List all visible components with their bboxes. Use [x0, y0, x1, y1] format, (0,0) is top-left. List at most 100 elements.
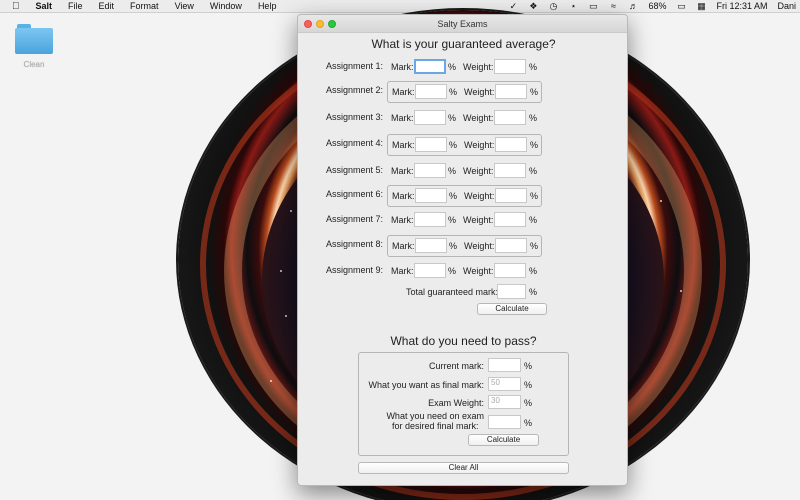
- needed-on-exam-label: What you need on exam for desired final …: [386, 411, 484, 431]
- calculate-pass-button[interactable]: Calculate: [468, 434, 539, 446]
- assignment-label: Assignment 6:: [325, 189, 383, 199]
- percent-label: %: [529, 287, 538, 297]
- assignment-5-weight-input[interactable]: [494, 163, 526, 178]
- mark-label: Mark:: [391, 62, 414, 72]
- volume-icon[interactable]: ♬: [628, 1, 638, 11]
- assignment-2-weight-input[interactable]: [495, 84, 527, 99]
- current-mark-input[interactable]: [488, 358, 521, 372]
- percent-label: %: [524, 380, 533, 390]
- apple-menu-icon[interactable]: : [12, 1, 20, 12]
- clear-all-button[interactable]: Clear All: [358, 462, 569, 474]
- needed-on-exam-label-line1: What you need on exam: [386, 411, 484, 421]
- weight-label: Weight:: [463, 62, 494, 72]
- menu-window[interactable]: Window: [210, 1, 242, 11]
- calculate-average-button[interactable]: Calculate: [477, 303, 547, 315]
- app-menu[interactable]: Salt: [36, 1, 53, 11]
- percent-label: %: [448, 266, 457, 276]
- percent-label: %: [448, 62, 457, 72]
- clock[interactable]: Fri 12:31 AM: [716, 1, 767, 11]
- dropbox-icon[interactable]: ❖: [528, 1, 538, 11]
- weight-label: Weight:: [464, 87, 495, 97]
- close-window-button[interactable]: [304, 20, 312, 28]
- assignment-8-mark-input[interactable]: [415, 238, 447, 253]
- salty-exams-window: Salty Exams What is your guaranteed aver…: [297, 14, 628, 486]
- keyboard-input-icon[interactable]: ▦: [696, 1, 706, 11]
- zoom-window-button[interactable]: [328, 20, 336, 28]
- assignment-6-weight-input[interactable]: [495, 188, 527, 203]
- assignment-label: Assignmnet 2:: [325, 85, 383, 95]
- pass-calculator-panel: Current mark: % What you want as final m…: [358, 352, 569, 456]
- menu-format[interactable]: Format: [130, 1, 159, 11]
- needed-on-exam-field[interactable]: [488, 415, 521, 429]
- assignment-row-4: Assignment 4: Mark: % Weight: %: [298, 134, 629, 156]
- total-guaranteed-mark-field[interactable]: [497, 284, 526, 299]
- percent-label: %: [524, 418, 533, 428]
- title-bar[interactable]: Salty Exams: [298, 15, 627, 33]
- assignment-label: Assignment 4:: [325, 138, 383, 148]
- mark-label: Mark:: [391, 113, 414, 123]
- final-mark-input[interactable]: 50: [488, 377, 521, 391]
- assignment-3-mark-input[interactable]: [414, 110, 446, 125]
- menu-edit[interactable]: Edit: [99, 1, 115, 11]
- assignment-row-2: Assignmnet 2: Mark: % Weight: %: [298, 81, 629, 103]
- mark-label: Mark:: [392, 191, 415, 201]
- percent-label: %: [529, 215, 538, 225]
- current-mark-label: Current mark:: [428, 361, 484, 371]
- percent-label: %: [529, 166, 538, 176]
- need-to-pass-heading: What do you need to pass?: [390, 334, 537, 348]
- assignment-7-mark-input[interactable]: [414, 212, 446, 227]
- assignment-4-mark-input[interactable]: [415, 137, 447, 152]
- assignment-2-mark-input[interactable]: [415, 84, 447, 99]
- weight-label: Weight:: [464, 191, 495, 201]
- mark-label: Mark:: [392, 241, 415, 251]
- percent-label: %: [449, 140, 458, 150]
- assignment-label: Assignment 1:: [325, 61, 383, 71]
- exam-weight-input[interactable]: 30: [488, 395, 521, 409]
- total-guaranteed-label: Total guaranteed mark:: [406, 287, 499, 297]
- time-machine-icon[interactable]: ◷: [548, 1, 558, 11]
- battery-percentage[interactable]: 68%: [648, 1, 666, 11]
- needed-on-exam-label-line2: for desired final mark:: [391, 421, 479, 431]
- percent-label: %: [530, 241, 539, 251]
- menu-bar:  Salt File Edit Format View Window Help…: [0, 0, 800, 13]
- desktop-folder[interactable]: Clean: [14, 24, 54, 69]
- guaranteed-average-heading: What is your guaranteed average?: [371, 37, 556, 51]
- assignment-label: Assignment 9:: [325, 265, 383, 275]
- weight-label: Weight:: [464, 241, 495, 251]
- minimize-window-button[interactable]: [316, 20, 324, 28]
- assignment-1-weight-input[interactable]: [494, 59, 526, 74]
- assignment-3-weight-input[interactable]: [494, 110, 526, 125]
- user-name[interactable]: Dani: [777, 1, 796, 11]
- percent-label: %: [529, 62, 538, 72]
- weight-label: Weight:: [463, 215, 494, 225]
- bluetooth-icon[interactable]: ⋆: [568, 1, 578, 11]
- wifi-icon[interactable]: ≈: [608, 1, 618, 11]
- menu-view[interactable]: View: [175, 1, 194, 11]
- battery-icon[interactable]: ▭: [676, 1, 686, 11]
- percent-label: %: [530, 87, 539, 97]
- assignment-8-weight-input[interactable]: [495, 238, 527, 253]
- airplay-icon[interactable]: ▭: [588, 1, 598, 11]
- assignment-5-mark-input[interactable]: [414, 163, 446, 178]
- percent-label: %: [530, 140, 539, 150]
- assignment-4-weight-input[interactable]: [495, 137, 527, 152]
- assignment-6-mark-input[interactable]: [415, 188, 447, 203]
- mark-label: Mark:: [392, 140, 415, 150]
- weight-label: Weight:: [464, 140, 495, 150]
- menu-help[interactable]: Help: [258, 1, 277, 11]
- folder-icon: [15, 24, 53, 54]
- checkmark-status-icon[interactable]: ✓: [508, 1, 518, 11]
- window-title: Salty Exams: [437, 19, 488, 29]
- mark-label: Mark:: [391, 166, 414, 176]
- assignment-row-8: Assignment 8: Mark: % Weight: %: [298, 235, 629, 257]
- percent-label: %: [529, 266, 538, 276]
- assignment-9-weight-input[interactable]: [494, 263, 526, 278]
- current-mark-row: Current mark: %: [359, 358, 570, 374]
- assignment-label: Assignment 3:: [325, 112, 383, 122]
- percent-label: %: [448, 166, 457, 176]
- assignment-7-weight-input[interactable]: [494, 212, 526, 227]
- mark-label: Mark:: [391, 266, 414, 276]
- assignment-9-mark-input[interactable]: [414, 263, 446, 278]
- menu-file[interactable]: File: [68, 1, 83, 11]
- assignment-1-mark-input[interactable]: [414, 59, 446, 74]
